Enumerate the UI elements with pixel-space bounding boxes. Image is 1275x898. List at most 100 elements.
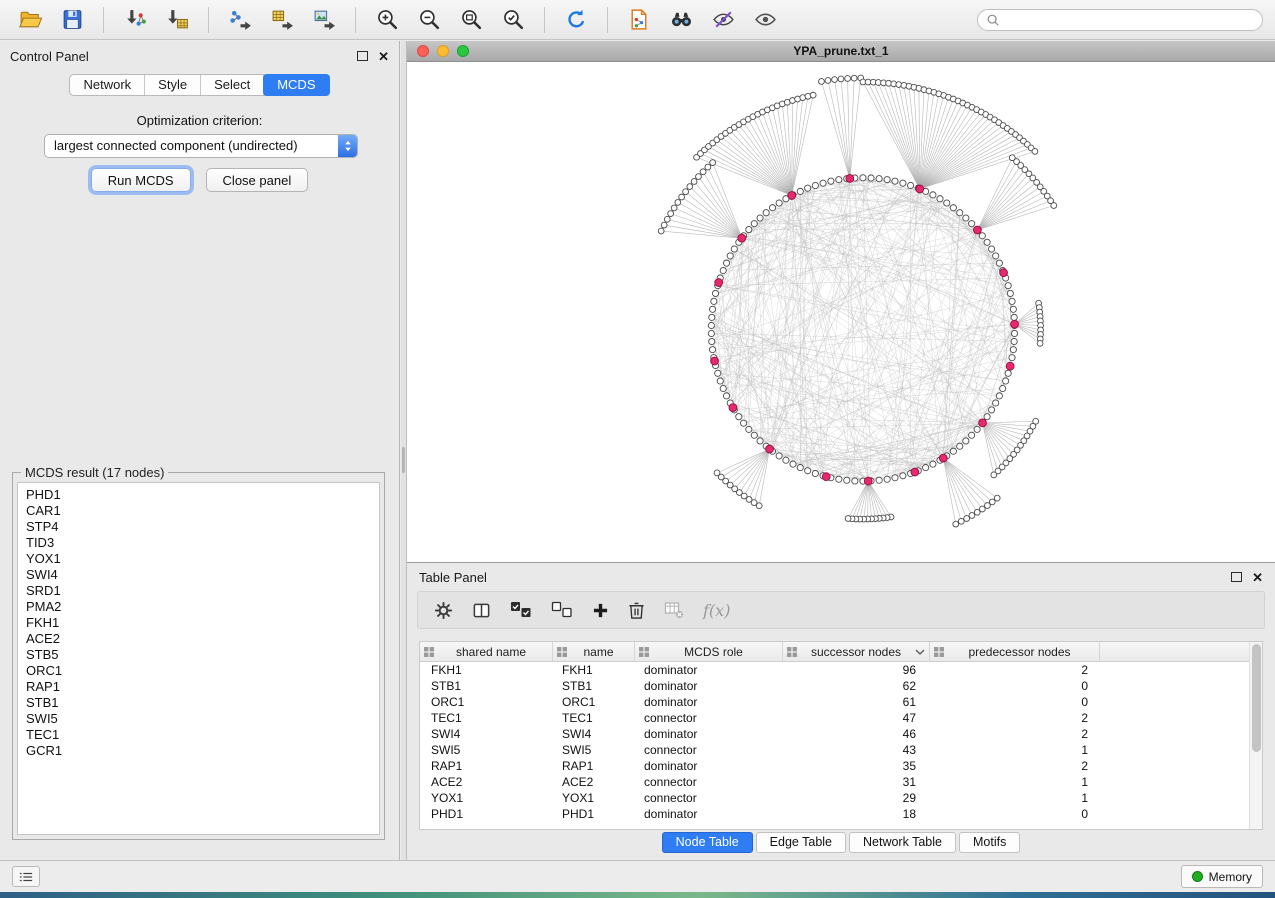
- table-cell: connector: [635, 710, 783, 726]
- zoom-fit-button[interactable]: [453, 5, 489, 35]
- deselect-all-icon: [551, 601, 573, 619]
- control-panel-title: Control Panel: [10, 49, 89, 64]
- import-network-button[interactable]: [117, 5, 153, 35]
- table-row[interactable]: STB1STB1dominator620: [420, 678, 1250, 694]
- tab-network-table[interactable]: Network Table: [849, 832, 956, 853]
- main-toolbar: [0, 0, 1275, 40]
- float-panel-icon[interactable]: [1231, 572, 1242, 582]
- mcds-result-item[interactable]: STB5: [26, 647, 371, 663]
- open-session-button[interactable]: [12, 5, 48, 35]
- mcds-result-item[interactable]: PMA2: [26, 599, 371, 615]
- tab-node-table[interactable]: Node Table: [662, 832, 753, 853]
- export-table-button[interactable]: [264, 5, 300, 35]
- save-session-button[interactable]: [54, 5, 90, 35]
- select-all-button[interactable]: [510, 601, 532, 619]
- float-panel-icon[interactable]: [357, 51, 368, 61]
- search-input[interactable]: [1005, 12, 1254, 28]
- table-cell: 46: [783, 726, 930, 742]
- optimization-criterion-select[interactable]: largest connected component (undirected): [44, 134, 358, 158]
- table-cell: SWI5: [420, 742, 553, 758]
- scrollbar-thumb[interactable]: [1252, 644, 1261, 752]
- column-header-shared-name[interactable]: shared name: [420, 642, 553, 661]
- clear-table-button-disabled[interactable]: [664, 601, 684, 619]
- table-row[interactable]: SWI4SWI4dominator462: [420, 726, 1250, 742]
- table-settings-button[interactable]: [434, 601, 453, 620]
- share-document-button[interactable]: [621, 5, 657, 35]
- column-header-name[interactable]: name: [553, 642, 635, 661]
- column-header-successor-nodes[interactable]: successor nodes: [783, 642, 930, 661]
- column-type-icon: [557, 647, 567, 657]
- table-cell: RAP1: [553, 758, 635, 774]
- close-panel-icon[interactable]: ✕: [1252, 571, 1263, 584]
- export-image-icon: [312, 7, 337, 32]
- table-row[interactable]: TEC1TEC1connector472: [420, 710, 1250, 726]
- network-window-titlebar[interactable]: YPA_prune.txt_1: [407, 41, 1275, 62]
- table-row[interactable]: SWI5SWI5connector431: [420, 742, 1250, 758]
- mcds-result-item[interactable]: ACE2: [26, 631, 371, 647]
- fx-icon: f(x): [703, 601, 730, 620]
- delete-column-button[interactable]: [628, 601, 645, 620]
- function-builder-button[interactable]: f(x): [703, 601, 730, 620]
- table-row[interactable]: YOX1YOX1connector291: [420, 790, 1250, 806]
- mcds-result-item[interactable]: YOX1: [26, 551, 371, 567]
- export-image-button[interactable]: [306, 5, 342, 35]
- memory-status-icon: [1192, 871, 1203, 882]
- close-panel-button[interactable]: Close panel: [206, 168, 309, 192]
- tab-edge-table[interactable]: Edge Table: [756, 832, 846, 853]
- tab-network[interactable]: Network: [70, 75, 145, 95]
- mcds-result-item[interactable]: TEC1: [26, 727, 371, 743]
- toggle-panel-button[interactable]: [12, 866, 40, 887]
- export-network-button[interactable]: [222, 5, 258, 35]
- mcds-result-item[interactable]: RAP1: [26, 679, 371, 695]
- table-cell: connector: [635, 774, 783, 790]
- toolbar-separator: [103, 7, 104, 33]
- network-view[interactable]: [407, 62, 1275, 562]
- mcds-result-item[interactable]: ORC1: [26, 663, 371, 679]
- import-table-button[interactable]: [159, 5, 195, 35]
- refresh-button[interactable]: [558, 5, 594, 35]
- tab-mcds[interactable]: MCDS: [263, 74, 329, 96]
- table-row[interactable]: RAP1RAP1dominator352: [420, 758, 1250, 774]
- mcds-result-item[interactable]: FKH1: [26, 615, 371, 631]
- column-header-mcds-role[interactable]: MCDS role: [635, 642, 783, 661]
- network-graph[interactable]: [407, 62, 1275, 562]
- close-panel-icon[interactable]: ✕: [378, 50, 389, 63]
- zoom-selected-button[interactable]: [495, 5, 531, 35]
- memory-button[interactable]: Memory: [1181, 865, 1263, 888]
- window-minimize-button[interactable]: [437, 45, 449, 57]
- zoom-in-button[interactable]: [369, 5, 405, 35]
- find-button[interactable]: [663, 5, 699, 35]
- mcds-result-item[interactable]: GCR1: [26, 743, 371, 759]
- mcds-result-item[interactable]: SWI5: [26, 711, 371, 727]
- tab-motifs[interactable]: Motifs: [959, 832, 1020, 853]
- table-row[interactable]: FKH1FKH1dominator962: [420, 662, 1250, 678]
- show-hide-button[interactable]: [747, 5, 783, 35]
- mcds-result-item[interactable]: PHD1: [26, 487, 371, 503]
- deselect-all-button[interactable]: [551, 601, 573, 619]
- tab-select[interactable]: Select: [201, 75, 264, 95]
- run-mcds-button[interactable]: Run MCDS: [91, 168, 191, 192]
- mcds-result-item[interactable]: STP4: [26, 519, 371, 535]
- zoom-out-button[interactable]: [411, 5, 447, 35]
- table-row[interactable]: ACE2ACE2connector311: [420, 774, 1250, 790]
- table-row[interactable]: PHD1PHD1dominator180: [420, 806, 1250, 822]
- mcds-result-item[interactable]: CAR1: [26, 503, 371, 519]
- add-column-button[interactable]: [592, 602, 609, 619]
- mcds-result-item[interactable]: SWI4: [26, 567, 371, 583]
- column-header-predecessor-nodes[interactable]: predecessor nodes: [930, 642, 1100, 661]
- mcds-result-item[interactable]: STB1: [26, 695, 371, 711]
- table-cell: connector: [635, 742, 783, 758]
- tab-style[interactable]: Style: [145, 75, 201, 95]
- node-table: shared name name MCDS role successor nod…: [419, 641, 1263, 830]
- table-row[interactable]: ORC1ORC1dominator610: [420, 694, 1250, 710]
- mcds-result-item[interactable]: SRD1: [26, 583, 371, 599]
- table-cell: ACE2: [420, 774, 553, 790]
- mcds-result-list[interactable]: PHD1CAR1STP4TID3YOX1SWI4SRD1PMA2FKH1ACE2…: [17, 482, 380, 835]
- mcds-result-item[interactable]: TID3: [26, 535, 371, 551]
- show-columns-button[interactable]: [472, 601, 491, 620]
- zoom-out-icon: [417, 7, 442, 32]
- graphics-details-button[interactable]: [705, 5, 741, 35]
- window-close-button[interactable]: [417, 45, 429, 57]
- table-scrollbar[interactable]: [1249, 642, 1262, 829]
- window-zoom-button[interactable]: [457, 45, 469, 57]
